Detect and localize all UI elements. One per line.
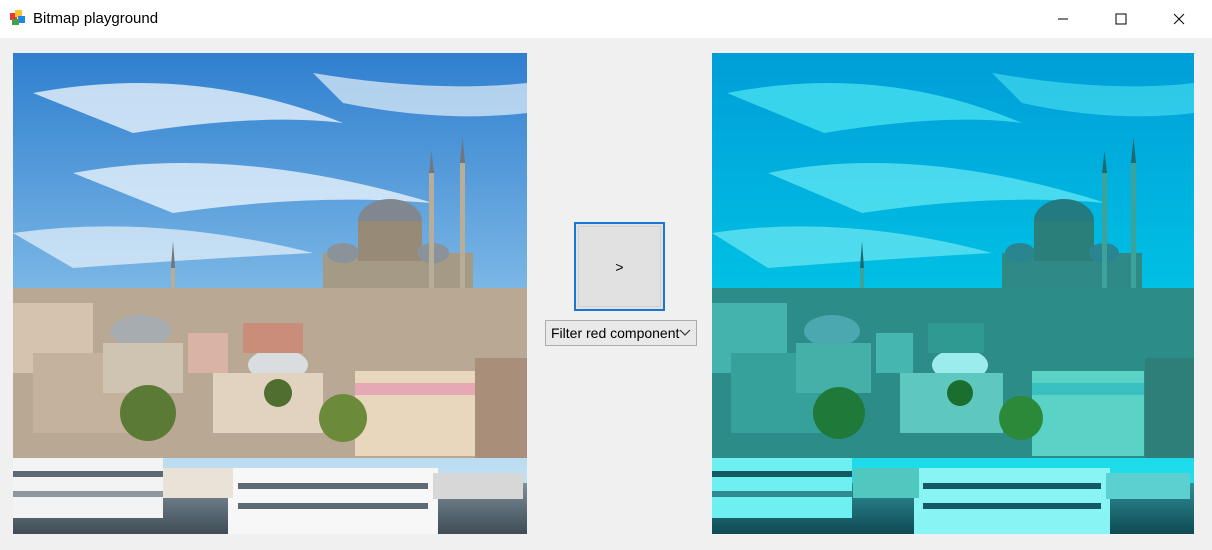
- result-image: [712, 53, 1194, 534]
- apply-filter-button[interactable]: >: [574, 222, 665, 311]
- filter-dropdown-value: Filter red component: [551, 325, 680, 341]
- result-picture-box: [712, 53, 1194, 534]
- bitmap-app-icon: [10, 10, 26, 26]
- close-button[interactable]: [1150, 0, 1208, 38]
- chevron-down-icon: [679, 329, 691, 336]
- filter-dropdown[interactable]: Filter red component: [545, 320, 697, 346]
- maximize-button[interactable]: [1092, 0, 1150, 38]
- minimize-button[interactable]: [1034, 0, 1092, 38]
- minimize-icon: [1058, 18, 1068, 20]
- title-bar: Bitmap playground: [0, 0, 1212, 38]
- source-picture-box: [13, 53, 527, 534]
- source-image: [13, 53, 527, 534]
- close-icon: [1173, 13, 1185, 25]
- maximize-icon: [1115, 13, 1127, 25]
- window-title: Bitmap playground: [33, 10, 159, 27]
- focus-border: [578, 226, 661, 307]
